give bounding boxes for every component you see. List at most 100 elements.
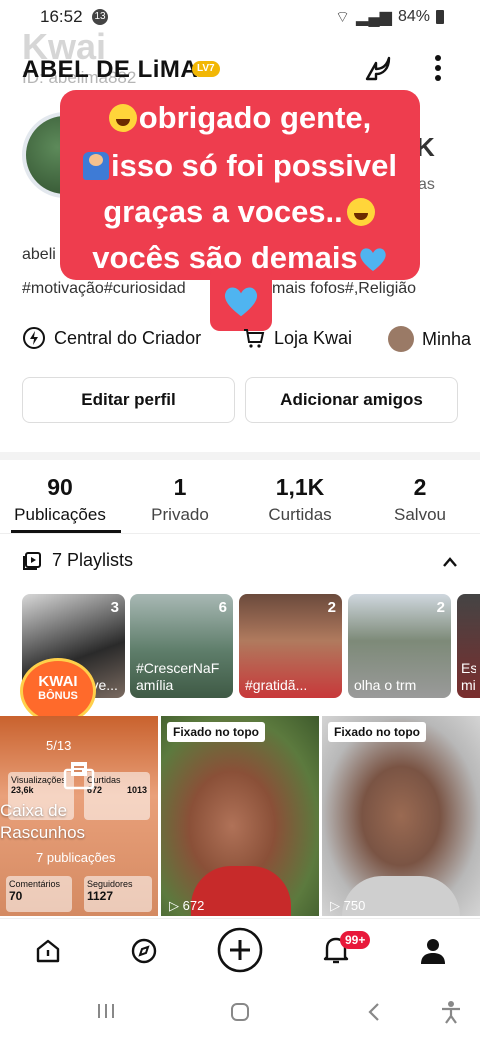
grinning-face-icon <box>108 104 137 132</box>
overlay-line-3: graças a voces.. <box>60 194 420 230</box>
home-icon[interactable] <box>34 937 62 970</box>
kwai-shop-label: Loja Kwai <box>274 327 353 348</box>
discover-icon[interactable] <box>130 937 158 970</box>
status-indicators: ⌔ ▂▄▆ 84% <box>335 7 444 27</box>
lightning-icon <box>23 327 45 349</box>
blue-heart-icon-2 <box>222 282 260 320</box>
overlay-line-1: obrigado gente, <box>60 100 420 136</box>
bonus-line-2: BÔNUS <box>38 690 78 702</box>
drafts-comments-value: 70 <box>9 889 23 903</box>
drafts-count: 7 publicações <box>36 850 116 865</box>
drafts-label: Caixa de Rascunhos <box>0 801 86 842</box>
video-tile[interactable]: Fixado no topo ▷ 750 <box>322 716 480 916</box>
overlay-line-2: isso só foi possivel <box>60 148 420 184</box>
playlist-count: 3 <box>110 599 119 616</box>
overlay-text-3: graças a voces.. <box>103 194 343 229</box>
drafts-followers-label: Seguidores <box>87 879 133 889</box>
accessibility-icon[interactable] <box>440 1000 462 1029</box>
profile-icon[interactable] <box>420 937 446 970</box>
section-divider <box>0 452 480 460</box>
playlist-card[interactable]: 2 olha o trm <box>348 594 451 698</box>
back-icon[interactable] <box>366 1002 382 1027</box>
person-raising-hand-icon <box>83 152 109 180</box>
draft-box-icon <box>62 760 96 790</box>
stat-saved[interactable]: 2 Salvou <box>360 474 480 525</box>
playlists-header[interactable]: 7 Playlists <box>22 550 133 571</box>
profile-username: ABEL DE LiMA <box>22 56 199 83</box>
bonus-line-1: KWAI <box>38 673 78 690</box>
creator-center-link[interactable]: Central do Criador <box>22 326 201 350</box>
recent-apps-icon[interactable] <box>96 1002 116 1025</box>
share-icon[interactable] <box>360 50 396 86</box>
playlist-card[interactable]: 2 #gratidã... <box>239 594 342 698</box>
playlist-count: 2 <box>327 599 336 616</box>
playlist-count: 2 <box>436 599 445 616</box>
stat-likes[interactable]: 1,1K Curtidas <box>240 474 360 525</box>
playlist-card[interactable]: 6 #CrescerNaF amília <box>130 594 233 698</box>
stat-posts-label: Publicações <box>14 505 106 524</box>
stat-posts[interactable]: 90 Publicações <box>0 474 120 525</box>
playlist-card[interactable]: Es mi <box>457 594 480 698</box>
stat-private[interactable]: 1 Privado <box>120 474 240 525</box>
tab-divider <box>0 533 480 534</box>
level-badge: LV7 <box>192 61 220 77</box>
overlay-text-4: vocês são demais <box>92 240 358 275</box>
playlists-label: 7 Playlists <box>52 550 134 570</box>
overlay-text-2: isso só foi possivel <box>111 148 397 183</box>
bio-text: abeli <box>22 246 56 263</box>
plus-icon <box>217 927 263 973</box>
wifi-icon: ⌔ <box>334 9 351 26</box>
notification-count-badge: 13 <box>92 9 108 25</box>
drafts-comments-label: Comentários <box>9 879 61 889</box>
minha-label: Minha <box>422 328 472 349</box>
system-nav-bar <box>0 980 480 1040</box>
stat-saved-label: Salvou <box>394 505 446 524</box>
stat-posts-value: 90 <box>47 474 73 500</box>
cart-icon <box>244 329 265 348</box>
playlist-icon <box>23 551 41 570</box>
battery-icon <box>436 10 444 24</box>
drafts-page: 5/13 <box>46 738 72 753</box>
playlist-count: 6 <box>218 599 227 616</box>
stat-saved-value: 2 <box>413 474 427 500</box>
creator-center-label: Central do Criador <box>54 327 202 348</box>
kwai-bonus-badge[interactable]: KWAI BÔNUS <box>20 658 96 724</box>
video-shirt-shape <box>191 866 291 916</box>
collapse-chevron-icon[interactable] <box>442 552 458 573</box>
view-count: ▷ 750 <box>330 898 366 913</box>
drafts-followers-value: 1127 <box>87 889 114 903</box>
bio-tags-tail: mais fofos#,Religião <box>272 280 417 297</box>
bottom-nav: 99+ <box>0 918 480 980</box>
kwai-shop-link[interactable]: Loja Kwai <box>242 326 352 350</box>
stat-private-value: 1 <box>173 474 187 500</box>
stat-private-label: Privado <box>151 505 209 524</box>
add-friends-button[interactable]: Adicionar amigos <box>245 377 458 423</box>
notification-badge: 99+ <box>340 931 371 949</box>
profile-info-tail: as <box>418 176 435 193</box>
edit-profile-button[interactable]: Editar perfil <box>22 377 235 423</box>
drafts-stat-likes-label: Curtidas <box>87 775 121 785</box>
drafts-followers: Seguidores 1127 <box>84 876 152 912</box>
stat-likes-value: 1,1K <box>275 474 325 500</box>
view-count: ▷ 672 <box>169 898 205 913</box>
video-tile[interactable]: Fixado no topo ▷ 672 <box>161 716 319 916</box>
create-button[interactable] <box>217 927 263 978</box>
battery-label: 84% <box>397 8 430 25</box>
overlay-line-4: vocês são demais <box>60 240 420 276</box>
stat-likes-label: Curtidas <box>268 505 332 524</box>
drafts-comments: Comentários 70 <box>6 876 72 912</box>
more-options-icon[interactable] <box>420 50 456 86</box>
view-count-value: 750 <box>343 898 366 913</box>
playlist-title: Es mi <box>461 660 476 693</box>
small-avatar <box>388 326 414 352</box>
status-time: 16:52 <box>40 7 83 26</box>
home-system-icon[interactable] <box>230 1002 250 1027</box>
blue-heart-icon <box>360 248 386 271</box>
playlist-title: #gratidã... <box>245 677 308 693</box>
playlist-title: #CrescerNaF amília <box>136 660 220 693</box>
bio-tags: #motivação#curiosidad <box>22 280 186 297</box>
pinned-badge: Fixado no topo <box>328 722 426 742</box>
drafts-box-tile[interactable]: 5/13 Visualizações 23,6k Curtidas 672 101… <box>0 716 158 916</box>
playlist-title: olha o trm <box>354 677 417 693</box>
minha-link[interactable]: Minha <box>388 326 471 352</box>
